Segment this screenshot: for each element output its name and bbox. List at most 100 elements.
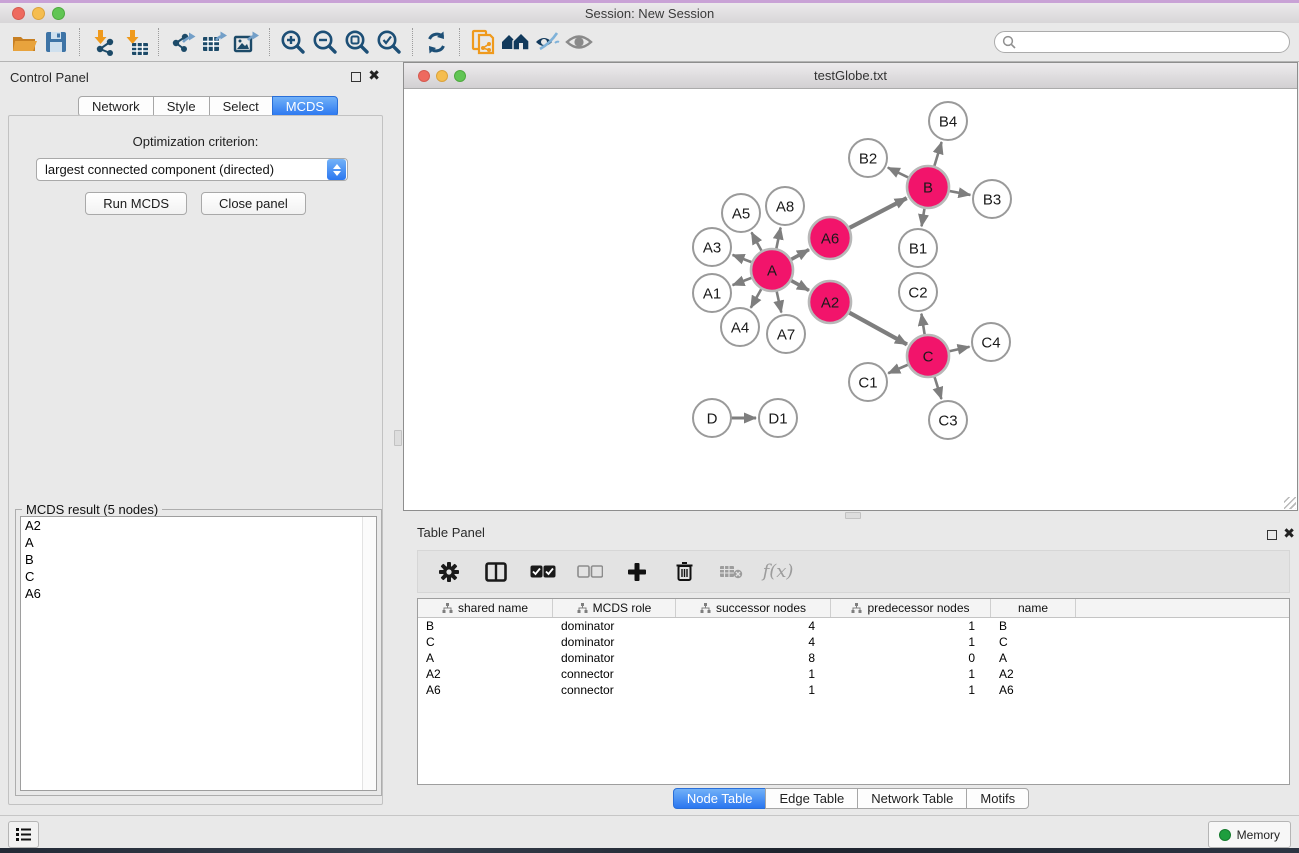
graph-node-B2[interactable]: B2	[849, 139, 887, 177]
show-panels-button[interactable]	[8, 821, 39, 848]
table-row[interactable]: Cdominator41C	[418, 634, 1289, 650]
mcds-result-item[interactable]: B	[21, 551, 376, 568]
column-header-label: predecessor nodes	[867, 601, 969, 615]
graph-node-A3[interactable]: A3	[693, 228, 731, 266]
show-graphics-details-button[interactable]	[563, 26, 595, 58]
column-header-MCDS-role[interactable]: MCDS role	[553, 599, 676, 617]
graph-node-C2[interactable]: C2	[899, 273, 937, 311]
network-overview-button[interactable]	[499, 26, 531, 58]
graph-node-D1[interactable]: D1	[759, 399, 797, 437]
table-cell: C	[418, 634, 553, 650]
graph-node-C1[interactable]: C1	[849, 363, 887, 401]
network-view-window: testGlobe.txt B4B2BB3A5A8A6A3B1AA1C2A2A4…	[403, 62, 1298, 511]
table-cell: B	[991, 618, 1076, 634]
table-cell: 4	[676, 634, 831, 650]
table-row[interactable]: Bdominator41B	[418, 618, 1289, 634]
hide-graphics-details-button[interactable]	[531, 26, 563, 58]
column-header-name[interactable]: name	[991, 599, 1076, 617]
graph-node-B1[interactable]: B1	[899, 229, 937, 267]
zoom-selected-button[interactable]	[373, 26, 405, 58]
table-tab-edge-table[interactable]: Edge Table	[765, 788, 858, 809]
graph-node-B4[interactable]: B4	[929, 102, 967, 140]
svg-text:A: A	[767, 262, 777, 279]
function-builder-button[interactable]: f(x)	[765, 559, 791, 585]
table-settings-button[interactable]	[436, 559, 462, 585]
run-mcds-button[interactable]: Run MCDS	[85, 192, 187, 215]
zoom-fit-button[interactable]	[341, 26, 373, 58]
table-tab-node-table[interactable]: Node Table	[673, 788, 767, 809]
column-header-shared-name[interactable]: shared name	[418, 599, 553, 617]
list-icon	[15, 827, 32, 842]
open-session-button[interactable]	[8, 26, 40, 58]
mcds-result-item[interactable]: C	[21, 568, 376, 585]
zoom-in-button[interactable]	[277, 26, 309, 58]
search-box[interactable]	[994, 31, 1290, 53]
vertical-split-handle[interactable]	[394, 430, 402, 446]
table-cell: 1	[831, 682, 991, 698]
show-columns-button[interactable]	[483, 559, 509, 585]
control-tab-mcds[interactable]: MCDS	[272, 96, 338, 117]
unselect-all-button[interactable]	[577, 559, 603, 585]
graph-node-B[interactable]: B	[907, 166, 949, 208]
graph-node-A2[interactable]: A2	[809, 281, 851, 323]
network-canvas[interactable]: B4 B2 B B3 A5 A8 A6 A3 B1 A A1 C2 A2 A4A7 C C4 C1 D D1 C3	[404, 89, 1297, 510]
close-panel-icon[interactable]: ✖	[368, 67, 380, 84]
float-panel-icon[interactable]	[351, 72, 361, 82]
columns-icon	[485, 562, 507, 582]
table-row[interactable]: A6connector11A6	[418, 682, 1289, 698]
graph-node-A7[interactable]: A7	[767, 315, 805, 353]
graph-node-C4[interactable]: C4	[972, 323, 1010, 361]
table-body: Bdominator41BCdominator41CAdominator80AA…	[418, 618, 1289, 698]
graph-node-A5[interactable]: A5	[722, 194, 760, 232]
delete-table-button[interactable]	[718, 559, 744, 585]
graph-node-A4[interactable]: A4	[721, 308, 759, 346]
zoom-out-button[interactable]	[309, 26, 341, 58]
table-tab-network-table[interactable]: Network Table	[857, 788, 967, 809]
control-tab-style[interactable]: Style	[153, 96, 210, 117]
graph-node-A6[interactable]: A6	[809, 217, 851, 259]
result-list-scrollbar[interactable]	[362, 517, 376, 790]
import-network-button[interactable]	[87, 26, 119, 58]
graph-node-A1[interactable]: A1	[693, 274, 731, 312]
table-row[interactable]: A2connector11A2	[418, 666, 1289, 682]
export-table-button[interactable]	[198, 26, 230, 58]
svg-text:A8: A8	[776, 198, 794, 215]
graph-node-C[interactable]: C	[907, 335, 949, 377]
table-cell: A6	[418, 682, 553, 698]
float-table-panel-icon[interactable]	[1267, 530, 1277, 540]
horizontal-split-handle[interactable]	[845, 512, 861, 519]
memory-button[interactable]: Memory	[1208, 821, 1291, 848]
table-row[interactable]: Adominator80A	[418, 650, 1289, 666]
mcds-result-item[interactable]: A6	[21, 585, 376, 602]
delete-row-button[interactable]	[671, 559, 697, 585]
window-resize-grip[interactable]	[1284, 497, 1296, 509]
table-tab-motifs[interactable]: Motifs	[966, 788, 1029, 809]
search-input[interactable]	[1017, 35, 1289, 49]
add-row-button[interactable]	[624, 559, 650, 585]
graph-node-A[interactable]: A	[751, 249, 793, 291]
mcds-result-item[interactable]: A	[21, 534, 376, 551]
table-cell: A2	[418, 666, 553, 682]
graph-node-A8[interactable]: A8	[766, 187, 804, 225]
save-session-button[interactable]	[40, 26, 72, 58]
import-table-icon	[122, 29, 149, 56]
graph-node-D[interactable]: D	[693, 399, 731, 437]
graph-node-C3[interactable]: C3	[929, 401, 967, 439]
table-toolbar: f(x)	[417, 550, 1290, 593]
refresh-button[interactable]	[420, 26, 452, 58]
export-image-button[interactable]	[230, 26, 262, 58]
close-panel-button[interactable]: Close panel	[201, 192, 306, 215]
export-network-button[interactable]	[166, 26, 198, 58]
column-header-successor-nodes[interactable]: successor nodes	[676, 599, 831, 617]
close-table-panel-icon[interactable]: ✖	[1283, 525, 1295, 542]
graph-node-B3[interactable]: B3	[973, 180, 1011, 218]
import-table-button[interactable]	[119, 26, 151, 58]
clone-network-button[interactable]	[467, 26, 499, 58]
criterion-dropdown[interactable]: largest connected component (directed)	[36, 158, 348, 181]
select-all-button[interactable]	[530, 559, 556, 585]
column-header-predecessor-nodes[interactable]: predecessor nodes	[831, 599, 991, 617]
mcds-result-list: A2ABCA6	[20, 516, 377, 791]
mcds-result-item[interactable]: A2	[21, 517, 376, 534]
control-tab-select[interactable]: Select	[209, 96, 273, 117]
control-tab-network[interactable]: Network	[78, 96, 154, 117]
